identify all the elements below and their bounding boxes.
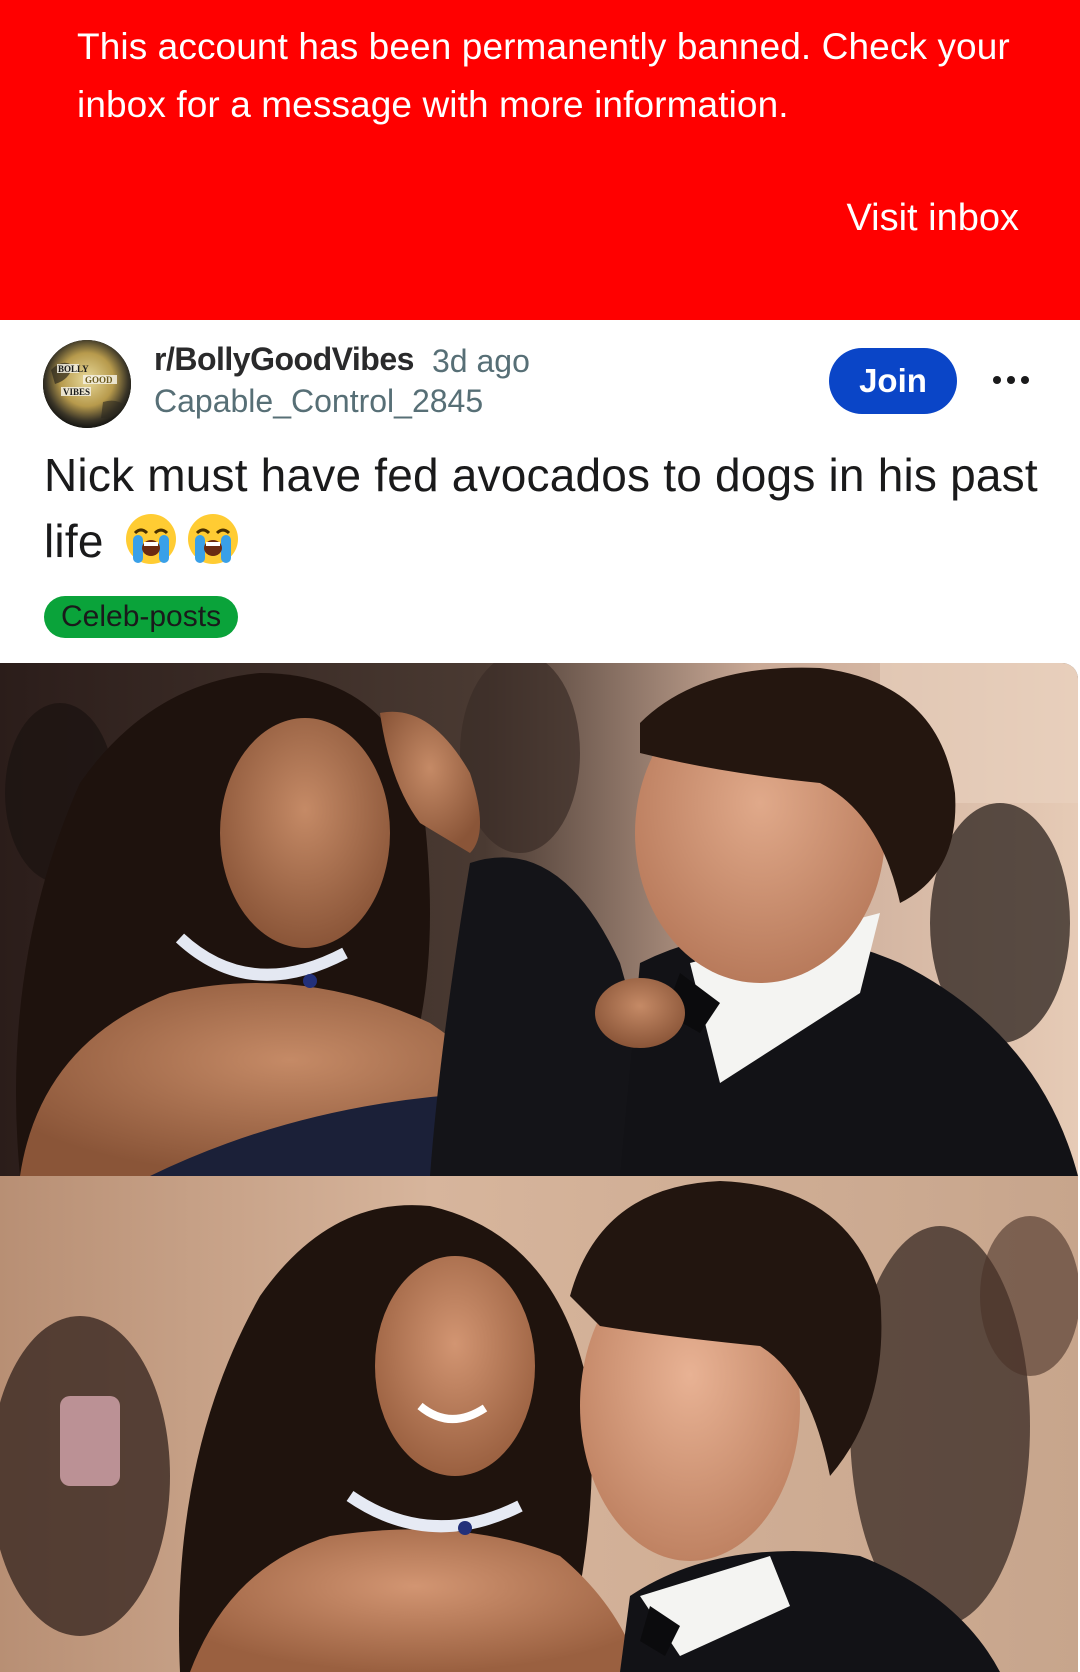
loudly-crying-face-emoji	[123, 511, 179, 567]
join-button[interactable]: Join	[829, 348, 957, 414]
avatar-text-1: BOLLY	[58, 364, 89, 374]
post-flair[interactable]: Celeb-posts	[44, 596, 239, 638]
more-options-icon[interactable]	[986, 360, 1036, 400]
visit-inbox-button[interactable]: Visit inbox	[846, 193, 1019, 243]
loudly-crying-face-emoji	[185, 511, 241, 567]
photo-panel-bottom	[0, 1176, 1078, 1672]
post-timestamp: 3d ago	[432, 343, 530, 379]
post-author[interactable]: Capable_Control_2845	[154, 380, 483, 422]
ban-message: This account has been permanently banned…	[77, 26, 1010, 125]
post-image[interactable]	[0, 663, 1078, 1672]
ban-banner: This account has been permanently banned…	[0, 0, 1080, 320]
subreddit-avatar-icon[interactable]: BOLLY GOOD VIBES	[43, 340, 131, 428]
avatar-text-2: GOOD	[85, 375, 113, 385]
avatar-text-3: VIBES	[63, 387, 90, 397]
subreddit-name[interactable]: r/BollyGoodVibes	[154, 338, 414, 380]
post-title[interactable]: Nick must have fed avocados to dogs in h…	[44, 442, 1044, 574]
photo-panel-top	[0, 663, 1078, 1176]
post-card: BOLLY GOOD VIBES r/BollyGoodVibes 3d ago…	[0, 320, 1080, 1672]
